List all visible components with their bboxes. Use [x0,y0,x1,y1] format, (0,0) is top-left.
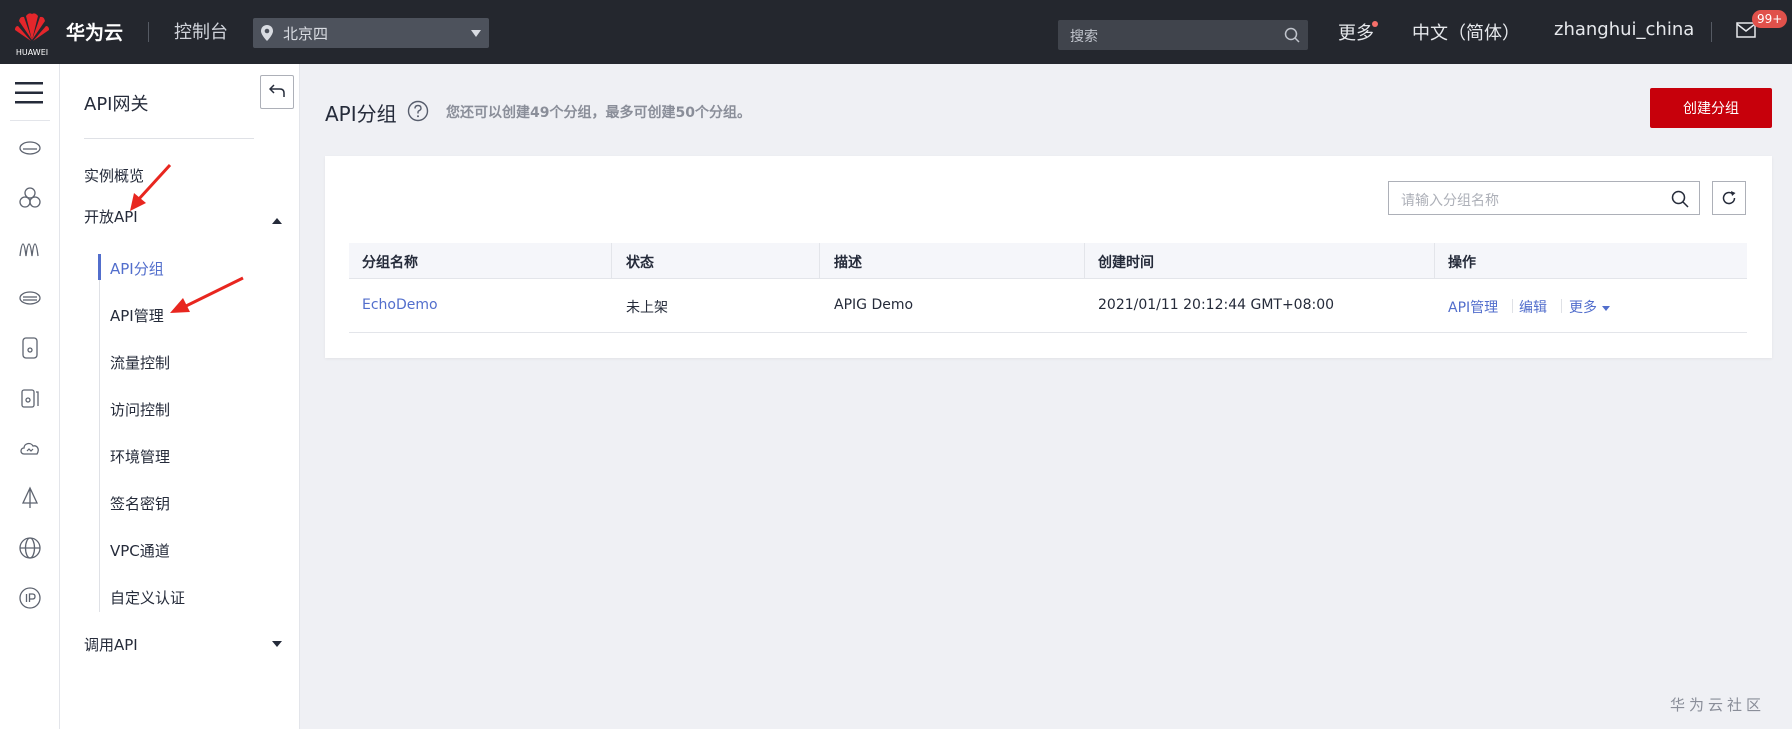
group-name-link[interactable]: EchoDemo [362,297,438,313]
group-search-input[interactable]: 请输入分组名称 [1388,181,1700,215]
column-header-status: 状态 [626,255,654,271]
column-header-actions: 操作 [1448,255,1476,271]
group-status: 未上架 [626,300,668,316]
search-icon[interactable] [1671,190,1689,208]
column-divider [1084,243,1085,279]
annotation-arrows [130,163,244,313]
group-description: APIG Demo [834,297,914,313]
refresh-icon [1722,191,1736,205]
chevron-down-icon [1602,305,1610,311]
action-divider [1561,299,1562,313]
column-header-name: 分组名称 [362,255,418,271]
refresh-button[interactable] [1712,181,1746,215]
annotation-arrow [130,163,172,211]
group-search-placeholder: 请输入分组名称 [1401,193,1499,209]
column-divider [611,243,612,279]
annotation-arrow [170,276,244,313]
group-created-time: 2021/01/11 20:12:44 GMT+08:00 [1098,297,1335,313]
action-divider [1512,299,1513,313]
create-group-button[interactable]: 创建分组 [1650,88,1772,128]
edit-link[interactable]: 编辑 [1519,297,1547,317]
column-divider [1434,243,1435,279]
more-actions-label: 更多 [1569,300,1597,316]
more-actions-dropdown[interactable]: 更多 [1569,297,1610,317]
watermark: 华为云社区 [1670,696,1766,714]
api-management-link[interactable]: API管理 [1448,297,1498,317]
table-row: EchoDemo 未上架 APIG Demo 2021/01/11 20:12:… [349,279,1747,333]
page-title: API分组 [325,102,397,126]
column-header-description: 描述 [834,255,862,271]
table-header: 分组名称 状态 描述 创建时间 操作 [349,243,1747,279]
column-header-created: 创建时间 [1098,255,1154,271]
quota-hint: 您还可以创建49个分组，最多可创建50个分组。 [446,105,751,121]
column-divider [819,243,820,279]
help-icon[interactable] [407,100,429,122]
